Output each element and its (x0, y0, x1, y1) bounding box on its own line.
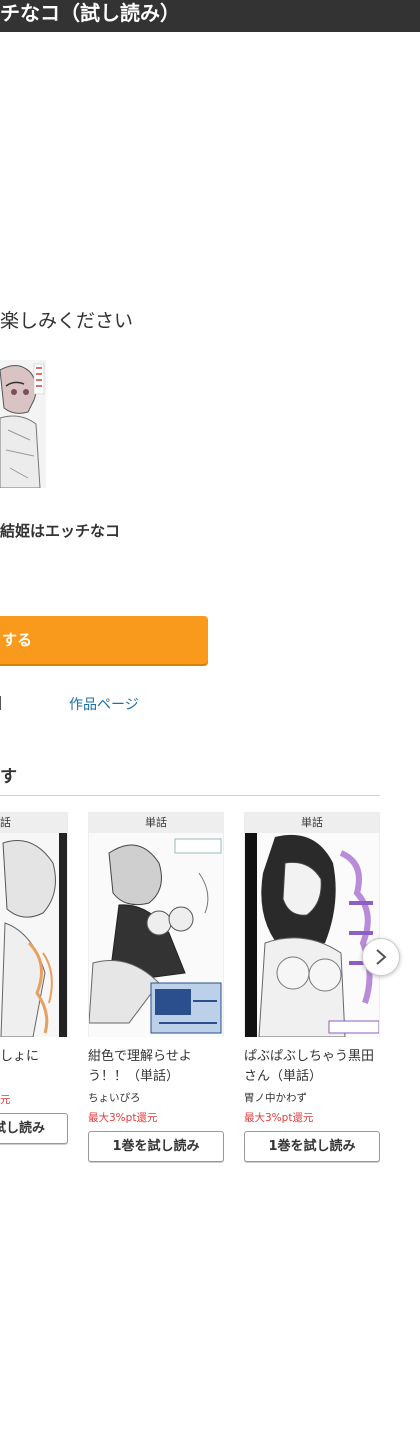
intro-message: 楽しみください (0, 310, 134, 332)
carousel-card[interactable]: 単話 紺色で理解らせよう！！（単話） ちょいぴろ 最大3%pt還元 1巻を試し読… (88, 812, 224, 1162)
carousel-card[interactable]: 単話 しょに 元 試し読み (0, 812, 68, 1144)
card-cover-image[interactable] (244, 833, 380, 1037)
card-cover-art (89, 833, 223, 1037)
page-title: チなコ（試し読み） (0, 0, 420, 32)
card-cover-art (245, 833, 379, 1037)
section-heading: す (0, 767, 17, 787)
carousel-next-button[interactable] (362, 938, 400, 976)
card-author[interactable]: ちょいぴろ (88, 1090, 224, 1105)
card-reward: 最大3%pt還元 (244, 1112, 314, 1124)
carousel-card[interactable]: 単話 ぱぶぱぶしちゃう黒田さん（単話） 胃ノ中かわず 最大3%pt還元 1巻を試… (244, 812, 380, 1162)
card-reward: 元 (0, 1094, 11, 1106)
book-cover-art (0, 360, 46, 488)
card-cover-image[interactable] (88, 833, 224, 1037)
card-reward: 最大3%pt還元 (88, 1112, 158, 1124)
card-cover-image[interactable] (0, 833, 68, 1037)
card-title[interactable]: ぱぶぱぶしちゃう黒田さん（単話） (244, 1047, 380, 1087)
trial-read-button[interactable]: 1巻を試し読み (88, 1131, 224, 1162)
book-cover-image[interactable] (0, 360, 46, 488)
card-cover-art (0, 833, 67, 1037)
card-badge: 単話 (0, 812, 68, 833)
divider-mark (0, 696, 1, 710)
trial-read-button[interactable]: 試し読み (0, 1113, 68, 1144)
primary-action-button[interactable]: する (0, 616, 208, 664)
work-page-link[interactable]: 作品ページ (69, 694, 139, 714)
card-title[interactable]: 紺色で理解らせよう！！（単話） (88, 1047, 224, 1087)
card-author[interactable]: 胃ノ中かわず (244, 1090, 380, 1105)
card-badge: 単話 (244, 812, 380, 833)
page: チなコ（試し読み） 楽しみください 結姫はエッチなコ する 作品ページ す 単話 (0, 0, 420, 1429)
trial-read-button[interactable]: 1巻を試し読み (244, 1131, 380, 1162)
book-title[interactable]: 結姫はエッチなコ (0, 520, 120, 541)
card-title[interactable]: しょに (0, 1047, 68, 1087)
section-divider (0, 795, 380, 796)
card-badge: 単話 (88, 812, 224, 833)
chevron-right-icon (376, 949, 387, 965)
